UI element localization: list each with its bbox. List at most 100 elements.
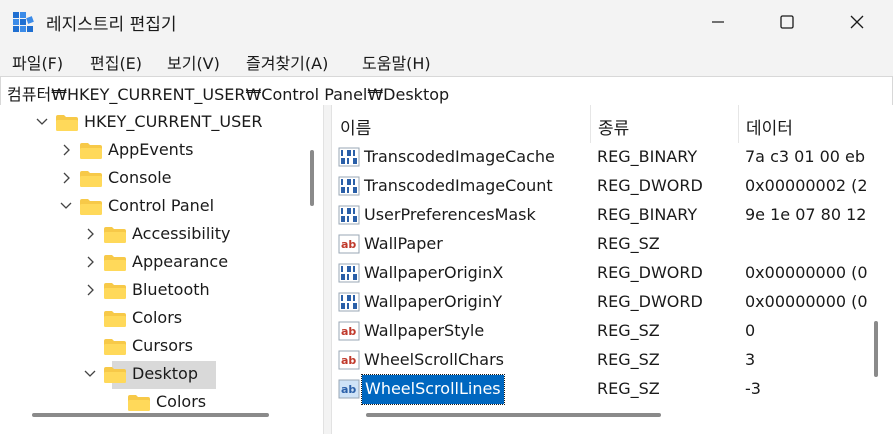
binary-value-icon (338, 176, 360, 196)
tree-item-label: Bluetooth (132, 280, 210, 299)
tree-item-label: Colors (132, 308, 183, 327)
value-type: REG_DWORD (597, 176, 703, 195)
window-title: 레지스트리 편집기 (46, 15, 177, 35)
close-button[interactable] (822, 0, 892, 44)
tree-item[interactable]: Accessibility (0, 221, 323, 249)
value-row[interactable]: ab WheelScrollChars REG_SZ 3 (332, 346, 893, 375)
tree-item[interactable]: AppEvents (0, 137, 323, 165)
tree-item-label: Control Panel (108, 196, 215, 215)
tree-item[interactable]: Control Panel (0, 193, 323, 221)
menu-view[interactable]: 보기(V) (167, 50, 220, 74)
value-name: TranscodedImageCache (364, 147, 555, 166)
list-vertical-scrollbar[interactable] (874, 321, 878, 377)
list-horizontal-scrollbar[interactable] (366, 413, 661, 417)
minimize-button[interactable] (683, 0, 753, 44)
chevron-right-icon[interactable] (60, 171, 72, 185)
chevron-down-icon[interactable] (36, 115, 48, 129)
value-name: UserPreferencesMask (364, 205, 536, 224)
value-type: REG_DWORD (597, 263, 703, 282)
maximize-button[interactable] (752, 0, 822, 44)
column-header-name[interactable]: 이름 (332, 105, 590, 143)
menu-file[interactable]: 파일(F) (12, 50, 63, 74)
folder-icon (80, 199, 102, 215)
value-row[interactable]: WallpaperOriginY REG_DWORD 0x00000000 (0 (332, 288, 893, 317)
svg-text:ab: ab (341, 325, 356, 338)
value-type: REG_SZ (597, 321, 660, 340)
folder-icon (56, 115, 78, 131)
value-data: 0x00000000 (0 (745, 263, 868, 282)
value-row[interactable]: ab WallPaper REG_SZ (332, 230, 893, 259)
tree-item[interactable]: Console (0, 165, 323, 193)
tree-item[interactable]: HKEY_CURRENT_USER (0, 109, 323, 137)
tree-item[interactable]: Cursors (0, 333, 323, 361)
menu-edit[interactable]: 편집(E) (90, 50, 142, 74)
tree-item-label: Console (108, 168, 172, 187)
folder-icon (80, 171, 102, 187)
value-type: REG_BINARY (597, 147, 698, 166)
chevron-right-icon[interactable] (84, 255, 96, 269)
value-type: REG_SZ (597, 350, 660, 369)
value-row[interactable]: UserPreferencesMask REG_BINARY 9e 1e 07 80… (332, 201, 893, 230)
value-row[interactable]: ab WheelScrollLines REG_SZ -3 (332, 374, 893, 405)
value-type: REG_DWORD (597, 292, 703, 311)
value-data: 7a c3 01 00 eb (745, 147, 866, 166)
tree-horizontal-scrollbar[interactable] (32, 413, 269, 417)
value-data: 0x00000002 (2 (745, 176, 868, 195)
address-path: 컴퓨터₩HKEY_CURRENT_USER₩Control Panel₩Desk… (7, 85, 450, 104)
folder-icon (104, 227, 126, 243)
svg-text:ab: ab (341, 238, 356, 251)
value-row[interactable]: ab WallpaperStyle REG_SZ 0 (332, 317, 893, 346)
tree-item-label: Cursors (132, 336, 193, 355)
tree-item-label: Appearance (132, 252, 229, 271)
values-list-pane[interactable]: 이름 종류 데이터 TranscodedImageCache REG_BINARY… (332, 105, 893, 434)
tree-item-label: AppEvents (108, 140, 194, 159)
string-value-icon: ab (338, 379, 360, 399)
close-icon (850, 15, 864, 29)
tree-item[interactable]: Bluetooth (0, 277, 323, 305)
chevron-down-icon[interactable] (60, 199, 72, 213)
tree-item[interactable]: Colors (0, 305, 323, 333)
minimize-icon (712, 21, 724, 23)
folder-icon (104, 339, 126, 355)
column-header-data[interactable]: 데이터 (738, 105, 893, 143)
key-tree-pane[interactable]: HKEY_CURRENT_USER AppEvents Console Control… (0, 105, 323, 434)
title-bar: 레지스트리 편집기 (0, 0, 893, 44)
regedit-app-icon (13, 12, 34, 32)
chevron-right-icon[interactable] (84, 283, 96, 297)
value-data: -3 (745, 379, 761, 398)
menu-favorites[interactable]: 즐겨찾기(A) (246, 50, 328, 74)
value-row[interactable]: TranscodedImageCache REG_BINARY 7a c3 01 0… (332, 143, 893, 172)
tree-item-label: HKEY_CURRENT_USER (84, 112, 263, 131)
tree-vertical-scrollbar[interactable] (310, 150, 314, 206)
column-data-label: 데이터 (746, 119, 793, 139)
value-data: 3 (745, 350, 756, 369)
value-name: WallpaperOriginX (364, 263, 504, 282)
value-row[interactable]: WallpaperOriginX REG_DWORD 0x00000000 (0 (332, 259, 893, 288)
value-name: WallpaperStyle (364, 321, 485, 340)
value-type: REG_SZ (597, 234, 660, 253)
value-name: WallpaperOriginY (364, 292, 503, 311)
folder-icon (128, 395, 150, 411)
value-name: WheelScrollChars (364, 350, 504, 369)
value-data: 0x00000000 (0 (745, 292, 868, 311)
chevron-right-icon[interactable] (84, 227, 96, 241)
address-bar[interactable]: 컴퓨터₩HKEY_CURRENT_USER₩Control Panel₩Desk… (0, 76, 893, 106)
value-row[interactable]: TranscodedImageCount REG_DWORD 0x00000002 … (332, 172, 893, 201)
tree-item[interactable]: Appearance (0, 249, 323, 277)
column-name-label: 이름 (340, 119, 372, 139)
column-header-type[interactable]: 종류 (590, 105, 738, 143)
string-value-icon: ab (338, 321, 360, 341)
chevron-down-icon[interactable] (84, 367, 96, 381)
binary-value-icon (338, 292, 360, 312)
binary-value-icon (338, 263, 360, 283)
binary-value-icon (338, 147, 360, 167)
menu-help[interactable]: 도움말(H) (362, 50, 431, 74)
string-value-icon: ab (338, 350, 360, 370)
maximize-icon (780, 15, 794, 29)
folder-icon (104, 311, 126, 327)
value-name: TranscodedImageCount (364, 176, 553, 195)
chevron-right-icon[interactable] (60, 143, 72, 157)
tree-item[interactable]: Desktop (0, 361, 323, 389)
value-name: WheelScrollLines (361, 374, 505, 405)
pane-splitter[interactable] (323, 105, 332, 434)
